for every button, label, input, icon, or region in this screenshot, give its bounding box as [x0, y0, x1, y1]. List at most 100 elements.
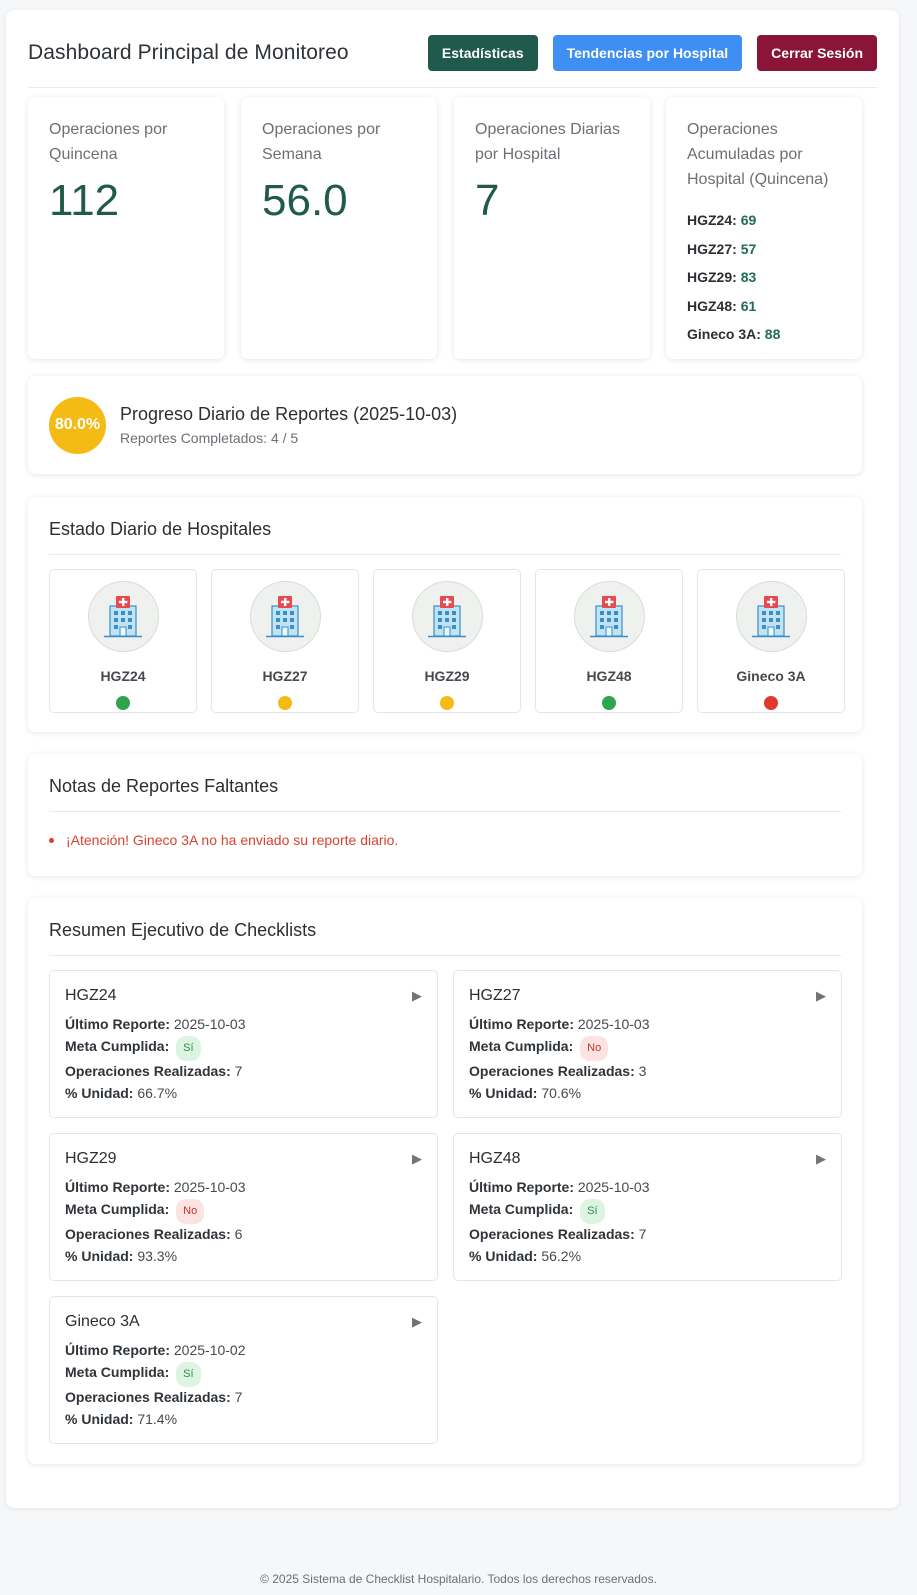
hospital-name: Gineco 3A	[736, 668, 806, 684]
metric-card-accumulated: Operaciones Acumuladas por Hospital (Qui…	[666, 97, 862, 359]
main-container: Dashboard Principal de Monitoreo Estadís…	[6, 10, 899, 1508]
goal-label: Meta Cumplida:	[65, 1037, 170, 1054]
status-indicator-dot	[602, 696, 616, 710]
hospital-name: HGZ24	[100, 668, 146, 684]
triangle-right-icon[interactable]: ▶	[412, 988, 422, 1004]
accumulated-value: 88	[764, 326, 781, 342]
hospital-building-icon	[249, 581, 321, 652]
last-report-value: 2025-10-03	[173, 1179, 246, 1195]
page-title: Dashboard Principal de Monitoreo	[28, 40, 349, 64]
last-report-label: Último Reporte:	[65, 1016, 170, 1032]
unit-label: % Unidad:	[469, 1084, 538, 1101]
operations-value: 3	[638, 1063, 647, 1079]
unit-value: 56.2%	[541, 1247, 582, 1264]
unit-label: % Unidad:	[65, 1084, 134, 1101]
unit-value: 71.4%	[137, 1410, 178, 1427]
accumulated-value: 57	[740, 240, 757, 257]
hospital-building-icon	[735, 581, 807, 652]
status-indicator-dot	[278, 696, 292, 710]
triangle-right-icon[interactable]: ▶	[412, 1314, 422, 1330]
section-title: Resumen Ejecutivo de Checklists	[49, 920, 317, 940]
hospital-status-item[interactable]: HGZ48	[535, 569, 683, 713]
unit-value: 93.3%	[137, 1247, 178, 1264]
hospital-trends-button[interactable]: Tendencias por Hospital	[552, 34, 743, 71]
operations-value: 7	[638, 1226, 647, 1242]
checklist-summary-card: Resumen Ejecutivo de Checklists HGZ24 ▶ Úl…	[28, 898, 862, 1464]
metric-label: Operaciones Diarias por Hospital	[475, 121, 620, 163]
hospital-status-item[interactable]: HGZ27	[211, 569, 359, 713]
checklist-card[interactable]: HGZ24 ▶ Último Reporte: 2025-10-03 Meta Cum…	[49, 970, 438, 1118]
accumulated-row: HGZ27: 57	[687, 235, 841, 264]
operations-line: Operaciones Realizadas: 7	[65, 1061, 422, 1083]
operations-value: 6	[234, 1226, 243, 1242]
hospital-name: HGZ48	[586, 668, 632, 684]
hospital-status-item[interactable]: Gineco 3A	[697, 569, 845, 713]
metric-value: 56.0	[262, 176, 348, 225]
operations-label: Operaciones Realizadas:	[65, 1063, 231, 1079]
checklist-card[interactable]: HGZ48 ▶ Último Reporte: 2025-10-03 Meta Cum…	[453, 1133, 842, 1281]
goal-label: Meta Cumplida:	[65, 1363, 170, 1380]
metric-label: Operaciones por Quincena	[49, 121, 168, 163]
goal-label: Meta Cumplida:	[469, 1037, 574, 1054]
metric-label: Operaciones por Semana	[262, 121, 381, 163]
last-report-value: 2025-10-03	[577, 1179, 650, 1195]
hospital-status-item[interactable]: HGZ29	[373, 569, 521, 713]
operations-line: Operaciones Realizadas: 3	[469, 1061, 826, 1083]
logout-button[interactable]: Cerrar Sesión	[757, 34, 877, 71]
metric-card-biweekly: Operaciones por Quincena 112	[28, 97, 224, 359]
last-report-label: Último Reporte:	[469, 1179, 574, 1195]
operations-label: Operaciones Realizadas:	[65, 1389, 231, 1405]
last-report-label: Último Reporte:	[65, 1342, 170, 1358]
goal-line: Meta Cumplida: No	[469, 1035, 826, 1061]
triangle-right-icon[interactable]: ▶	[816, 1151, 826, 1167]
metric-value: 112	[49, 176, 120, 225]
checklist-card[interactable]: HGZ27 ▶ Último Reporte: 2025-10-03 Meta Cum…	[453, 970, 842, 1118]
goal-status-badge: No	[580, 1035, 609, 1061]
page-header: Dashboard Principal de Monitoreo Estadís…	[28, 30, 877, 88]
hospital-status-grid: HGZ24 HGZ27 HGZ29 HGZ48 Gineco 3A	[49, 569, 845, 713]
checklist-hospital-name: HGZ29	[65, 1150, 117, 1167]
last-report-line: Último Reporte: 2025-10-03	[469, 1014, 826, 1036]
goal-status-badge: Sí	[176, 1035, 201, 1061]
progress-title: Progreso Diario de Reportes (2025-10-03)	[120, 404, 458, 424]
hospital-building-icon	[411, 581, 483, 652]
goal-label: Meta Cumplida:	[469, 1200, 574, 1217]
checklist-card[interactable]: HGZ29 ▶ Último Reporte: 2025-10-03 Meta Cum…	[49, 1133, 438, 1281]
section-title: Notas de Reportes Faltantes	[49, 776, 279, 796]
metric-label: Operaciones Acumuladas por Hospital (Qui…	[687, 121, 829, 188]
hospital-building-icon	[87, 581, 159, 652]
checklist-card[interactable]: Gineco 3A ▶ Último Reporte: 2025-10-02 Meta…	[49, 1296, 438, 1444]
status-indicator-dot	[440, 696, 454, 710]
hospital-status-item[interactable]: HGZ24	[49, 569, 197, 713]
section-header: Resumen Ejecutivo de Checklists	[49, 920, 841, 956]
hospital-name: HGZ29	[424, 668, 470, 684]
triangle-right-icon[interactable]: ▶	[816, 988, 826, 1004]
accumulated-hospital: Gineco 3A:	[687, 326, 761, 342]
goal-line: Meta Cumplida: No	[65, 1198, 422, 1224]
statistics-button[interactable]: Estadísticas	[427, 34, 538, 71]
last-report-value: 2025-10-02	[173, 1342, 246, 1358]
operations-label: Operaciones Realizadas:	[469, 1226, 635, 1242]
unit-value: 70.6%	[541, 1084, 582, 1101]
goal-line: Meta Cumplida: Sí	[65, 1361, 422, 1387]
last-report-line: Último Reporte: 2025-10-03	[469, 1177, 826, 1199]
section-header: Estado Diario de Hospitales	[49, 519, 841, 555]
accumulated-row: HGZ29: 83	[687, 263, 841, 292]
unit-label: % Unidad:	[65, 1410, 134, 1427]
section-header: Notas de Reportes Faltantes	[49, 776, 841, 812]
missing-reports-card: Notas de Reportes Faltantes ¡Atención! G…	[28, 754, 862, 876]
accumulated-list: HGZ24: 69 HGZ27: 57 HGZ29: 83 HGZ48: 61 …	[687, 206, 841, 349]
goal-status-badge: No	[176, 1198, 205, 1224]
goal-label: Meta Cumplida:	[65, 1200, 170, 1217]
progress-percent-badge: 80.0%	[49, 396, 106, 454]
triangle-right-icon[interactable]: ▶	[412, 1151, 422, 1167]
status-indicator-dot	[116, 696, 130, 710]
accumulated-row: HGZ48: 61	[687, 292, 841, 321]
accumulated-hospital: HGZ27:	[687, 240, 737, 257]
goal-status-badge: Sí	[176, 1361, 201, 1387]
header-actions: Estadísticas Tendencias por Hospital Cer…	[427, 34, 877, 71]
last-report-label: Último Reporte:	[65, 1179, 170, 1195]
hospital-building-icon	[573, 581, 645, 652]
unit-line: % Unidad: 66.7%	[65, 1083, 422, 1105]
unit-label: % Unidad:	[469, 1247, 538, 1264]
